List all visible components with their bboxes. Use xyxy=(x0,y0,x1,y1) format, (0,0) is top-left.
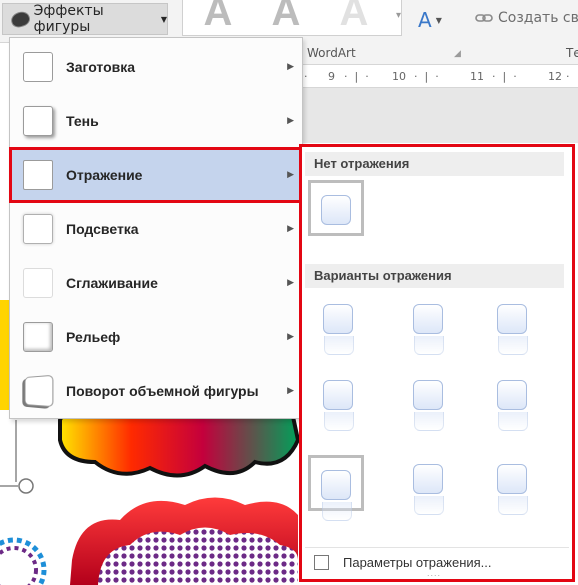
menu-item-label: Тень xyxy=(66,113,99,129)
menu-item-shadow[interactable]: Тень ▶ xyxy=(10,94,302,148)
reflection-variant-8[interactable] xyxy=(400,452,456,515)
menu-item-bevel[interactable]: Рельеф ▶ xyxy=(10,310,302,364)
reflection-preview-icon xyxy=(321,470,352,521)
menu-item-label: Поворот объемной фигуры xyxy=(66,383,259,399)
menu-item-preset[interactable]: Заготовка ▶ xyxy=(10,40,302,94)
reflection-options-link[interactable]: Параметры отражения... .... xyxy=(305,547,569,578)
3d-rotation-effect-icon xyxy=(24,374,54,408)
reflection-options-label: Параметры отражения... xyxy=(343,555,492,570)
shape-effects-menu: Заготовка ▶ Тень ▶ Отражение ▶ Подсветка… xyxy=(9,37,303,419)
resize-grip-icon[interactable]: .... xyxy=(427,568,441,578)
reflection-effect-icon xyxy=(23,160,53,190)
reflection-variant-5[interactable] xyxy=(400,368,456,431)
reflection-preview-icon xyxy=(413,380,444,431)
menu-item-label: Рельеф xyxy=(66,329,121,345)
reflection-variant-3[interactable] xyxy=(484,292,540,355)
reflection-variant-4[interactable] xyxy=(310,368,366,431)
chevron-right-icon: ▶ xyxy=(287,170,294,180)
chevron-right-icon: ▶ xyxy=(287,116,294,126)
no-reflection-header: Нет отражения xyxy=(305,152,564,176)
selection-handle xyxy=(18,478,34,494)
reflection-variants-header: Варианты отражения xyxy=(305,264,564,288)
reflection-preview-icon xyxy=(497,304,528,355)
left-shape-fragment xyxy=(0,300,9,410)
reflection-variant-6[interactable] xyxy=(484,368,540,431)
reflection-variant-7[interactable] xyxy=(308,455,364,521)
no-reflection-preview-icon xyxy=(321,195,351,225)
menu-item-3d-rotation[interactable]: Поворот объемной фигуры ▶ xyxy=(10,364,302,418)
menu-item-label: Сглаживание xyxy=(66,275,158,291)
reflection-variant-2[interactable] xyxy=(400,292,456,355)
bevel-effect-icon xyxy=(23,322,53,352)
menu-item-label: Подсветка xyxy=(66,221,139,237)
menu-item-label: Отражение xyxy=(66,167,143,183)
glow-effect-icon xyxy=(23,214,53,244)
chevron-right-icon: ▶ xyxy=(287,386,294,396)
preset-effect-icon xyxy=(23,52,53,82)
chevron-right-icon: ▶ xyxy=(287,278,294,288)
reflection-preview-icon xyxy=(413,304,444,355)
menu-item-soft-edges[interactable]: Сглаживание ▶ xyxy=(10,256,302,310)
menu-item-reflection[interactable]: Отражение ▶ xyxy=(9,147,303,203)
menu-item-glow[interactable]: Подсветка ▶ xyxy=(10,202,302,256)
reflection-preview-icon xyxy=(497,464,528,515)
chevron-right-icon: ▶ xyxy=(287,62,294,72)
reflection-variant-1[interactable] xyxy=(310,292,366,355)
chevron-right-icon: ▶ xyxy=(287,332,294,342)
chevron-right-icon: ▶ xyxy=(287,224,294,234)
reflection-preview-icon xyxy=(323,380,354,431)
reflection-submenu: Нет отражения Варианты отражения Парамет… xyxy=(299,144,575,582)
no-reflection-option[interactable] xyxy=(308,180,364,236)
reflection-options-icon xyxy=(314,555,329,570)
reflection-variant-9[interactable] xyxy=(484,452,540,515)
menu-item-label: Заготовка xyxy=(66,59,136,75)
reflection-preview-icon xyxy=(413,464,444,515)
reflection-preview-icon xyxy=(497,380,528,431)
shadow-effect-icon xyxy=(23,106,53,136)
reflection-preview-icon xyxy=(323,304,354,355)
soft-edges-effect-icon xyxy=(23,268,53,298)
